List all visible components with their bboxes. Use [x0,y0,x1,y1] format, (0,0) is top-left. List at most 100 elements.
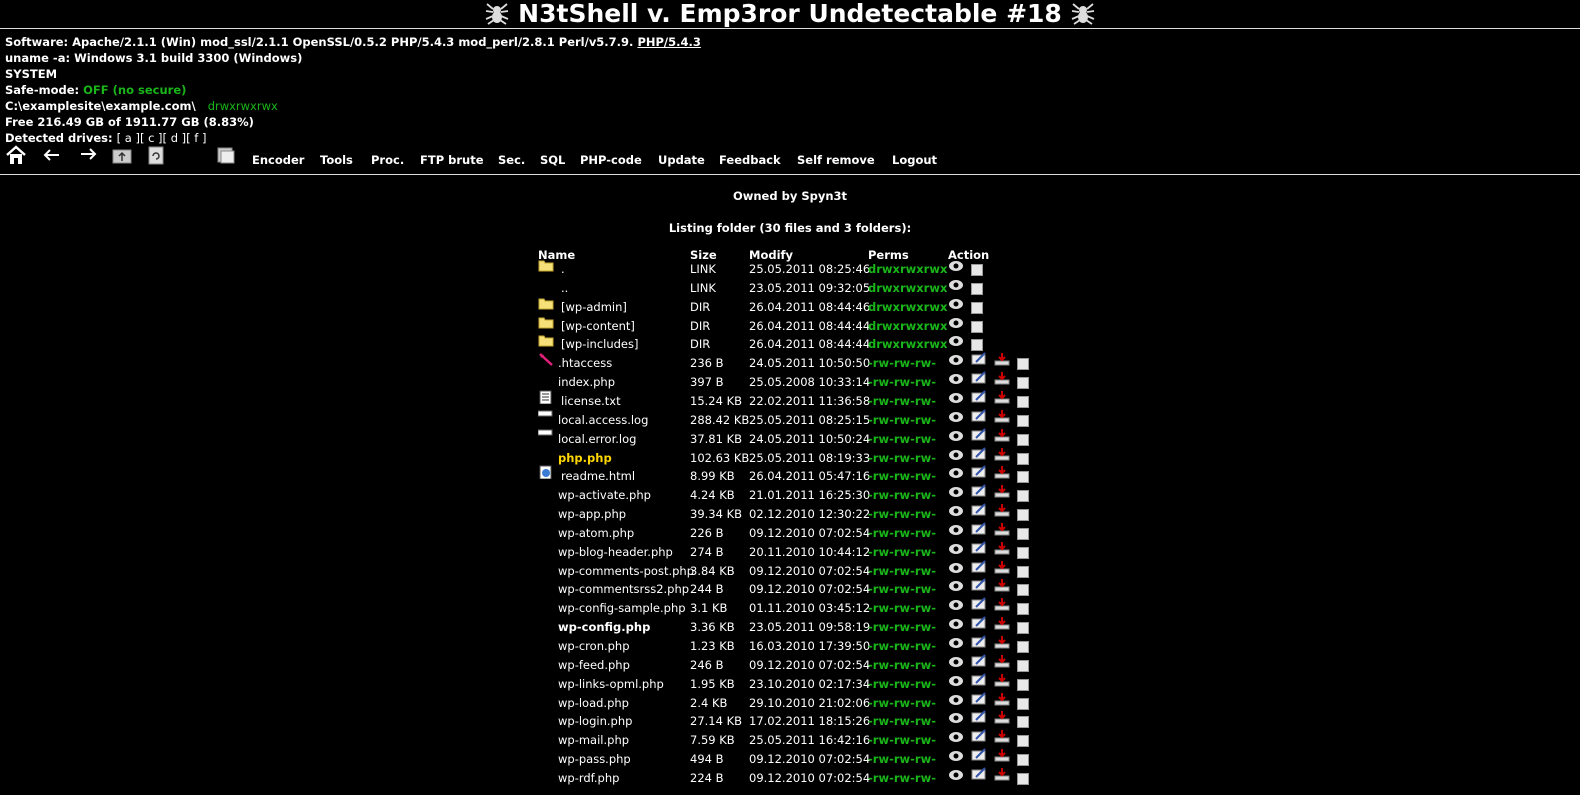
search-icon[interactable] [215,144,237,166]
select-checkbox[interactable] [971,339,983,352]
tools-link[interactable]: Tools [320,153,353,167]
info-icon[interactable] [948,503,964,517]
info-icon[interactable] [948,710,964,724]
current-path[interactable]: C:\examplesite\example.com\ [5,99,196,113]
edit-icon[interactable] [971,427,987,442]
file-name-link[interactable]: .. [561,281,568,295]
drive-d-link[interactable]: [ d ] [163,131,187,145]
info-icon[interactable] [948,673,964,687]
info-icon-wrap[interactable] [948,673,964,687]
info-icon-wrap[interactable] [948,315,964,329]
info-icon[interactable] [948,616,964,630]
select-checkbox[interactable] [1017,433,1029,446]
file-perms-link[interactable]: -rw-rw-rw- [868,545,936,559]
info-icon[interactable] [948,597,964,611]
download-icon[interactable] [994,560,1010,574]
edit-icon[interactable] [971,522,987,536]
download-icon-wrap[interactable] [994,597,1010,611]
info-icon-wrap[interactable] [948,465,964,479]
file-name-link[interactable]: index.php [558,375,615,389]
info-icon[interactable] [948,296,964,310]
sql-link[interactable]: SQL [540,153,565,167]
select-checkbox[interactable] [1017,603,1029,616]
sec-link[interactable]: Sec. [498,153,525,167]
download-icon[interactable] [994,597,1010,611]
file-name-link[interactable]: wp-mail.php [558,733,629,747]
download-icon[interactable] [994,729,1010,743]
file-name-link[interactable]: wp-comments-post.php [558,564,694,578]
col-header-size[interactable]: Size [690,248,717,262]
info-icon-wrap[interactable] [948,560,964,574]
info-icon-wrap[interactable] [948,654,964,668]
info-icon-wrap[interactable] [948,484,964,498]
edit-icon[interactable] [971,559,987,574]
info-icon[interactable] [948,654,964,668]
edit-icon-wrap[interactable] [971,427,987,442]
file-perms-link[interactable]: drwxrwxrwx [868,262,947,276]
file-perms-link[interactable]: -rw-rw-rw- [868,507,936,521]
edit-icon-wrap[interactable] [971,672,987,687]
download-icon-wrap[interactable] [994,390,1010,404]
select-checkbox[interactable] [1017,490,1029,503]
info-icon[interactable] [948,578,964,592]
download-icon-wrap[interactable] [994,560,1010,574]
info-icon[interactable] [948,409,964,423]
file-name-link[interactable]: local.error.log [558,432,636,446]
edit-icon-wrap[interactable] [971,541,987,555]
info-icon[interactable] [948,484,964,498]
file-perms-link[interactable]: -rw-rw-rw- [868,582,936,596]
info-icon[interactable] [948,465,964,479]
info-icon[interactable] [948,352,964,366]
info-icon-wrap[interactable] [948,522,964,536]
edit-icon[interactable] [971,409,987,423]
download-icon-wrap[interactable] [994,578,1010,592]
edit-icon[interactable] [971,503,987,517]
select-checkbox[interactable] [1017,754,1029,767]
file-perms-link[interactable]: -rw-rw-rw- [868,696,936,710]
edit-icon-wrap[interactable] [971,597,987,611]
edit-icon-wrap[interactable] [971,748,987,762]
back-icon[interactable] [41,144,63,166]
drive-a-link[interactable]: [ a ] [117,131,140,145]
file-name-link[interactable]: [wp-includes] [561,337,639,351]
file-name-link[interactable]: wp-commentsrss2.php [558,582,689,596]
self-remove-link[interactable]: Self remove [797,153,875,167]
edit-icon[interactable] [971,484,987,498]
edit-icon[interactable] [971,578,987,592]
col-header-perms[interactable]: Perms [868,248,909,262]
edit-icon-wrap[interactable] [971,503,987,517]
edit-icon-wrap[interactable] [971,371,987,385]
edit-icon[interactable] [971,352,987,366]
select-checkbox[interactable] [1017,735,1029,748]
select-checkbox[interactable] [1017,509,1029,522]
encoder-link[interactable]: Encoder [252,153,304,167]
download-icon[interactable] [994,692,1010,706]
select-checkbox[interactable] [1017,678,1029,691]
info-icon-wrap[interactable] [948,258,964,272]
select-checkbox[interactable] [1017,452,1029,465]
file-name-link[interactable]: php.php [558,451,612,465]
download-icon[interactable] [994,578,1010,592]
info-icon[interactable] [948,748,964,762]
edit-icon-wrap[interactable] [971,635,987,649]
download-icon[interactable] [994,447,1010,461]
edit-icon[interactable] [971,729,987,743]
download-icon-wrap[interactable] [994,748,1010,762]
update-link[interactable]: Update [658,153,705,167]
info-icon-wrap[interactable] [948,710,964,724]
select-checkbox[interactable] [1017,716,1029,729]
file-perms-link[interactable]: -rw-rw-rw- [868,526,936,540]
download-icon[interactable] [994,767,1010,781]
col-header-modify[interactable]: Modify [749,248,793,262]
download-icon-wrap[interactable] [994,371,1010,385]
info-icon-wrap[interactable] [948,277,964,291]
file-perms-link[interactable]: -rw-rw-rw- [868,714,936,728]
edit-icon[interactable] [971,767,987,781]
select-checkbox[interactable] [1017,697,1029,710]
edit-icon[interactable] [971,371,987,385]
refresh-icon[interactable] [145,144,167,166]
edit-icon[interactable] [971,597,987,611]
info-icon[interactable] [948,277,964,291]
download-icon-wrap[interactable] [994,710,1010,724]
file-name-link[interactable]: wp-config.php [558,620,650,634]
